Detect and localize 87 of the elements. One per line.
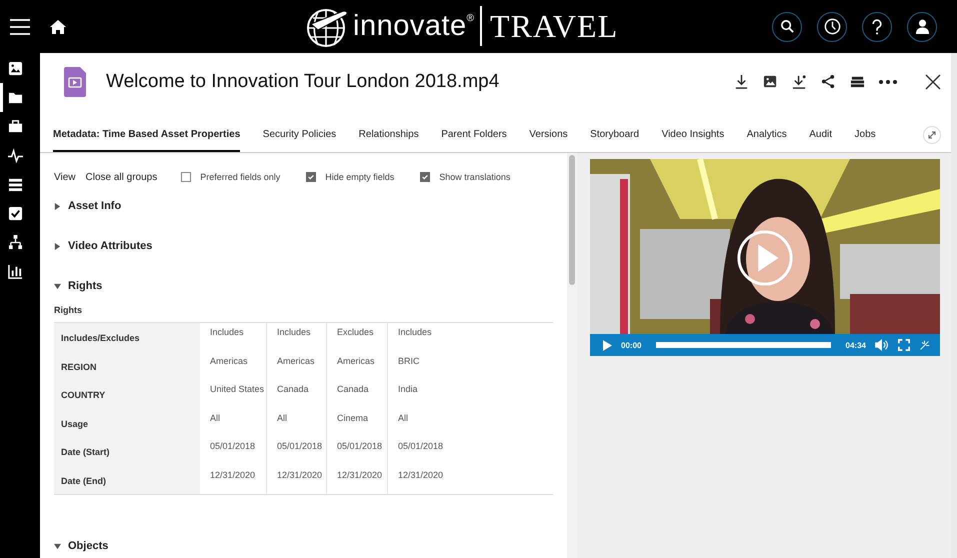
tab[interactable]: Security Policies (262, 129, 336, 152)
logo-wordmark: innovate (353, 10, 467, 42)
checkbox-label: Preferred fields only (200, 172, 280, 182)
checkbox[interactable] (420, 172, 430, 182)
home-icon[interactable] (50, 20, 66, 34)
asset-title: Welcome to Innovation Tour London 2018.mp4 (106, 70, 500, 92)
help-icon (871, 18, 883, 34)
table-cell-text: India (397, 383, 419, 396)
more-icon[interactable] (879, 80, 897, 84)
fullscreen-icon[interactable] (898, 339, 910, 351)
stack-icon[interactable] (850, 74, 865, 89)
table-cell: All (200, 408, 267, 437)
row-header-cell: Includes/Excludes (54, 323, 200, 352)
checkbox[interactable] (306, 172, 316, 182)
table-cell-text: BRIC (397, 354, 421, 368)
close-all-groups-link[interactable]: Close all groups (86, 172, 158, 182)
clock-icon (822, 17, 842, 36)
table-cell: All (267, 408, 327, 437)
table-cell: Americas (327, 352, 388, 380)
disclosure-triangle-icon[interactable] (54, 242, 61, 250)
table-cell: Canada (327, 380, 388, 408)
play-icon[interactable] (736, 229, 794, 287)
menu-icon[interactable] (10, 18, 30, 34)
download-icon[interactable] (734, 74, 749, 89)
tab[interactable]: Analytics (746, 129, 787, 152)
table-cell: 05/01/2018 (327, 437, 388, 466)
table-cell: Americas (200, 352, 267, 380)
row-header-cell: COUNTRY (54, 380, 200, 408)
download-icon[interactable] (792, 74, 807, 89)
table-cell: 12/31/2020 (267, 466, 327, 494)
search-button[interactable] (772, 12, 802, 42)
group-heading[interactable]: Objects (68, 540, 108, 552)
tab[interactable]: Video Insights (662, 129, 724, 152)
video-file-icon (64, 66, 86, 96)
tab[interactable]: Relationships (358, 129, 419, 152)
table-cell: Excludes (327, 323, 388, 352)
tab[interactable]: Versions (529, 129, 568, 152)
table-cell: Americas (267, 352, 327, 380)
table-cell-text: All (397, 412, 410, 424)
tab[interactable]: Jobs (854, 129, 876, 152)
search-icon (780, 19, 794, 34)
disclosure-triangle-icon[interactable] (54, 202, 61, 210)
scrollbar[interactable] (569, 155, 575, 285)
table-cell-text: Includes (397, 326, 433, 339)
row-header-cell: Usage (54, 408, 200, 437)
sparkle-icon[interactable] (919, 340, 930, 350)
user-button[interactable] (907, 12, 937, 42)
expand-icon[interactable] (923, 126, 941, 144)
table-cell: United States (200, 380, 267, 408)
checkbox[interactable] (181, 172, 192, 182)
row-header-cell: REGION (54, 352, 200, 380)
table-cell: Canada (267, 380, 327, 408)
table-cell: Cinema (327, 408, 388, 437)
table-cell: Includes (200, 323, 267, 352)
close-icon[interactable] (925, 74, 941, 90)
group-heading[interactable]: Video Attributes (68, 240, 152, 252)
current-time: 00:00 (621, 340, 642, 350)
tab[interactable]: Metadata: Time Based Asset Properties (53, 129, 240, 152)
section-label: Rights (54, 305, 83, 315)
table-cell: 05/01/2018 (200, 437, 267, 466)
share-icon[interactable] (821, 74, 836, 89)
row-header-cell: Date (Start) (54, 437, 200, 466)
table-cell: 12/31/2020 (327, 466, 388, 494)
table-cell: Includes (267, 323, 327, 352)
image-icon[interactable] (763, 74, 778, 89)
duration: 04:34 (846, 340, 866, 350)
view-label: View (54, 172, 76, 182)
group-heading[interactable]: Rights (68, 280, 102, 292)
tab[interactable]: Audit (809, 129, 832, 152)
history-button[interactable] (817, 12, 847, 42)
logo-brand: TRAVEL (490, 8, 618, 44)
table-cell-text: 12/31/2020 (397, 468, 444, 482)
tab[interactable]: Parent Folders (441, 129, 507, 152)
table-cell-text: 05/01/2018 (397, 440, 444, 453)
row-header-cell: Date (End) (54, 466, 200, 494)
tab[interactable]: Storyboard (590, 129, 640, 152)
checkbox-label: Show translations (439, 172, 510, 182)
volume-icon[interactable] (875, 339, 889, 351)
user-icon (914, 19, 930, 34)
disclosure-triangle-icon[interactable] (54, 282, 61, 290)
help-button[interactable] (862, 12, 892, 42)
checkbox-label: Hide empty fields (325, 172, 394, 182)
group-heading[interactable]: Asset Info (68, 200, 122, 212)
disclosure-triangle-icon[interactable] (54, 542, 61, 550)
table-cell: 12/31/2020 (200, 466, 267, 494)
registered-mark: ® (466, 13, 474, 24)
table-cell: 05/01/2018 (267, 437, 327, 466)
